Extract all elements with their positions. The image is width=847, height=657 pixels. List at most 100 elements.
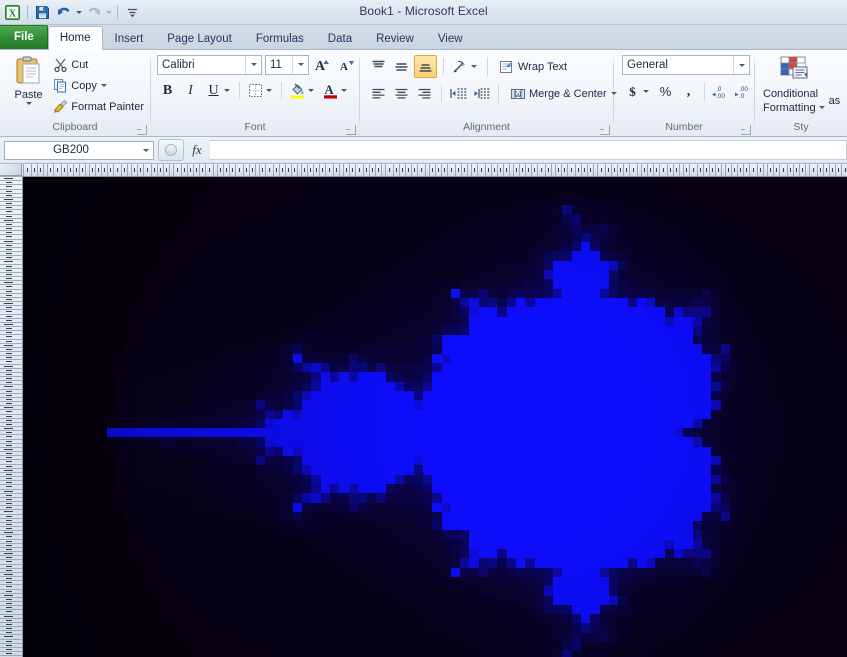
row-header-tick: [0, 564, 22, 565]
tab-home[interactable]: Home: [47, 26, 103, 50]
comma-format-button[interactable]: ,: [678, 81, 699, 102]
conditional-formatting-button[interactable]: Conditional Formatting: [763, 53, 825, 114]
top-align-button[interactable]: [368, 56, 389, 77]
column-header-mark: [796, 168, 797, 172]
column-header-mark: [252, 168, 253, 172]
merge-center-button[interactable]: a Merge & Center: [508, 83, 619, 104]
column-header-mark: [160, 168, 161, 172]
borders-split[interactable]: [245, 80, 276, 101]
orientation-split[interactable]: a: [450, 56, 481, 77]
middle-align-button[interactable]: [391, 56, 412, 77]
format-painter-button[interactable]: Format Painter: [51, 96, 146, 117]
column-header-mark: [590, 168, 591, 172]
column-header-tick: [647, 164, 648, 176]
tab-formulas[interactable]: Formulas: [244, 27, 316, 50]
name-box[interactable]: GB200: [4, 140, 154, 160]
row-header-tick: [0, 455, 22, 456]
align-left-button[interactable]: [368, 83, 389, 104]
row-header-mark: [6, 607, 12, 608]
tab-insert[interactable]: Insert: [103, 27, 156, 50]
number-format-combo[interactable]: General: [622, 55, 750, 75]
accounting-format-split[interactable]: $: [622, 81, 653, 102]
row-header-mark: [6, 349, 12, 350]
fill-color-button[interactable]: [287, 80, 308, 101]
decrease-decimal-button[interactable]: .00 .0: [733, 81, 754, 102]
column-header-tick: [23, 164, 24, 176]
accounting-dropdown-icon[interactable]: [643, 90, 649, 93]
underline-button[interactable]: U: [203, 80, 224, 101]
underline-split[interactable]: U: [203, 80, 234, 101]
shrink-font-button[interactable]: A: [336, 54, 357, 75]
font-name-dropdown-icon[interactable]: [245, 55, 261, 74]
fill-color-dropdown-icon[interactable]: [308, 89, 314, 92]
font-color-split[interactable]: A: [320, 80, 351, 101]
clipboard-dialog-launcher[interactable]: [137, 125, 147, 135]
paste-dropdown-icon[interactable]: [26, 102, 33, 105]
tab-data[interactable]: Data: [316, 27, 364, 50]
tab-review[interactable]: Review: [364, 27, 426, 50]
align-right-button[interactable]: [414, 83, 435, 104]
row-header-tick: [0, 180, 22, 181]
column-header-mark: [820, 168, 821, 172]
increase-indent-button[interactable]: [471, 83, 492, 104]
tab-view[interactable]: View: [426, 27, 475, 50]
cut-button[interactable]: Cut: [51, 54, 146, 75]
copy-dropdown-icon[interactable]: [100, 84, 107, 87]
conditional-formatting-dropdown-icon[interactable]: [818, 105, 825, 109]
formula-bar-buttons[interactable]: [158, 139, 184, 161]
italic-button[interactable]: I: [180, 80, 201, 101]
format-as-table-partial-label[interactable]: as: [829, 95, 841, 107]
cells-area[interactable]: [23, 177, 847, 657]
paste-button[interactable]: Paste: [8, 53, 49, 105]
merge-center-icon: a: [511, 88, 525, 99]
select-all-corner[interactable]: [0, 164, 22, 176]
number-group-label: Number: [614, 121, 754, 136]
font-size-dropdown-icon[interactable]: [292, 55, 308, 74]
accounting-format-button[interactable]: $: [622, 81, 643, 102]
percent-format-button[interactable]: %: [655, 81, 676, 102]
fill-color-split[interactable]: [287, 80, 318, 101]
row-header-mark: [6, 266, 12, 267]
tab-page-layout[interactable]: Page Layout: [155, 27, 244, 50]
column-header-tick: [471, 164, 472, 176]
font-group-label: Font: [151, 121, 359, 136]
row-header-mark: [6, 249, 12, 250]
column-header-mark: [209, 168, 210, 172]
borders-dropdown-icon[interactable]: [266, 89, 272, 92]
grow-font-button[interactable]: A: [312, 54, 333, 75]
column-headers[interactable]: [0, 164, 847, 177]
row-headers[interactable]: [0, 176, 23, 657]
bold-button[interactable]: B: [157, 80, 178, 101]
formula-input[interactable]: [210, 140, 847, 160]
column-header-tick: [461, 164, 462, 176]
decrease-indent-button[interactable]: [448, 83, 469, 104]
font-color-button[interactable]: A: [320, 80, 341, 101]
underline-dropdown-icon[interactable]: [224, 89, 230, 92]
copy-button[interactable]: Copy: [51, 75, 146, 96]
name-box-dropdown-icon[interactable]: [137, 142, 153, 159]
insert-function-icon[interactable]: fx: [184, 139, 210, 161]
column-header-tick: [399, 164, 400, 176]
font-color-dropdown-icon[interactable]: [341, 89, 347, 92]
column-header-tick: [697, 164, 698, 176]
increase-decimal-button[interactable]: .0 .00: [710, 81, 731, 102]
align-center-button[interactable]: [391, 83, 412, 104]
borders-button[interactable]: [245, 80, 266, 101]
column-header-tick: [703, 164, 704, 176]
font-dialog-launcher[interactable]: [346, 125, 356, 135]
font-name-combo[interactable]: Calibri: [157, 54, 262, 75]
orientation-dropdown-icon[interactable]: [471, 65, 477, 68]
mandelbrot-cells-canvas[interactable]: [23, 177, 847, 657]
number-format-dropdown-icon[interactable]: [733, 56, 749, 74]
orientation-button[interactable]: a: [450, 56, 471, 77]
row-header-mark: [6, 186, 12, 187]
tab-file[interactable]: File: [0, 25, 48, 49]
row-header-tick: [0, 184, 22, 185]
row-header-mark: [6, 361, 12, 362]
worksheet-grid[interactable]: [0, 164, 847, 657]
font-size-combo[interactable]: 11: [265, 54, 309, 75]
alignment-dialog-launcher[interactable]: [600, 125, 610, 135]
number-dialog-launcher[interactable]: [741, 125, 751, 135]
wrap-text-button[interactable]: Wrap Text: [497, 56, 569, 77]
bottom-align-button[interactable]: [414, 55, 437, 78]
